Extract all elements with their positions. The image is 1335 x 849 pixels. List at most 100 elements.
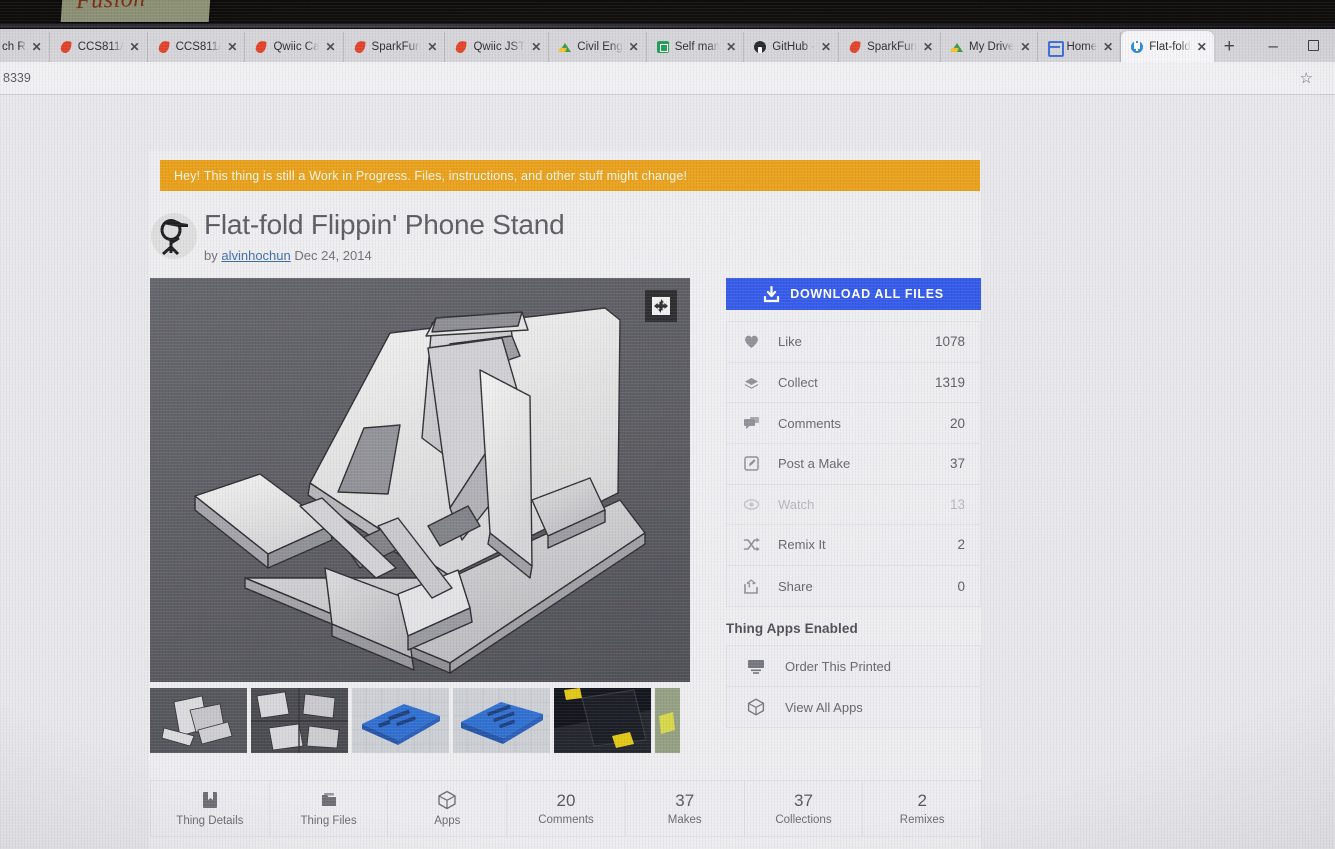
tab-close-icon[interactable]: ✕ (629, 41, 639, 53)
tab-label: Thing Files (300, 814, 357, 827)
folder-icon (319, 791, 339, 810)
tab-close-icon[interactable]: ✕ (1103, 41, 1113, 53)
tab-remixes[interactable]: 2 Remixes (863, 781, 981, 836)
thing-header-text: Flat-fold Flippin' Phone Stand by alvinh… (204, 209, 565, 263)
app-label: View All Apps (785, 699, 863, 715)
expand-fullscreen-button[interactable] (645, 290, 677, 323)
stat-row-share[interactable]: Share 0 (727, 566, 980, 607)
sparkfun-flame-icon (353, 40, 367, 54)
stat-value: 37 (949, 456, 965, 472)
maximize-button[interactable] (1308, 40, 1319, 51)
cube-icon (437, 790, 457, 810)
eye-icon (743, 496, 765, 513)
comment-icon (743, 415, 765, 432)
browser-tab-title: Qwiic Ca (273, 41, 320, 53)
thumbnail-item[interactable] (150, 688, 247, 754)
byline-prefix: by (204, 248, 218, 264)
thumb-partial-green-icon (655, 688, 680, 754)
bookmark-star-icon[interactable]: ☆ (1300, 69, 1313, 87)
browser-window: ch R ✕ CCS811/✕ CCS811/✕ Qwiic Ca ✕ SparkFun ✕ Q… (0, 29, 1335, 849)
stat-label: Like (778, 334, 802, 350)
tab-close-icon[interactable]: ✕ (1020, 41, 1030, 53)
stat-row-watch[interactable]: Watch 13 (727, 485, 980, 526)
tab-collections[interactable]: 37 Collections (745, 781, 864, 837)
minimize-button[interactable]: – (1269, 37, 1278, 54)
tab-close-icon[interactable]: ✕ (923, 41, 933, 53)
stat-row-post-a-make[interactable]: Post a Make 37 (727, 444, 980, 485)
browser-tab[interactable]: SparkFun ✕ (344, 32, 446, 62)
app-row-order-this-printed[interactable]: Order This Printed (727, 646, 980, 687)
printer-order-icon (747, 657, 769, 675)
stat-row-collect[interactable]: Collect 1319 (727, 363, 980, 404)
cad-render-phone-stand (150, 278, 690, 683)
sticky-note-text: Fusion (75, 0, 147, 15)
author-link[interactable]: alvinhochun (221, 248, 290, 263)
browser-tab[interactable]: My Drive ✕ (941, 32, 1039, 62)
browser-tab-title: Self man (674, 41, 721, 53)
page-right-gutter (981, 95, 1335, 849)
stat-row-like[interactable]: Like 1078 (727, 322, 980, 363)
tab-thing-files[interactable]: Thing Files (270, 781, 389, 837)
tab-close-icon[interactable]: ✕ (726, 41, 736, 53)
page-viewport: Hey! This thing is still a Work in Progr… (0, 95, 1335, 849)
tab-label: Makes (667, 813, 702, 826)
sparkfun-flame-icon (454, 40, 468, 54)
browser-tab[interactable]: Civil Eng ✕ (549, 32, 647, 62)
main-image-viewer[interactable] (150, 278, 690, 683)
tab-close-icon[interactable]: ✕ (821, 41, 831, 53)
browser-tab[interactable]: CCS811/ ✕ (50, 32, 148, 62)
download-all-files-button[interactable]: DOWNLOAD ALL FILES (726, 278, 981, 311)
browser-tab[interactable]: Self man ✕ (647, 32, 745, 62)
browser-tab[interactable]: Home ✕ (1038, 32, 1122, 62)
tab-close-icon[interactable]: ✕ (325, 41, 335, 53)
tab-close-icon[interactable]: ✕ (32, 41, 42, 53)
thumb-cad-render-2-icon (251, 688, 348, 754)
browser-tab[interactable]: CCS811/ ✕ (148, 32, 246, 62)
browser-tab[interactable]: Flat-fold ✕ (1121, 31, 1214, 62)
stick-figure-avatar-icon (160, 219, 188, 255)
thumbnail-item[interactable] (655, 688, 680, 754)
address-bar[interactable]: 8339 ☆ (0, 62, 1335, 95)
tab-close-icon[interactable]: ✕ (1197, 41, 1207, 53)
window-controls: – (1269, 37, 1335, 62)
avatar[interactable] (151, 213, 197, 259)
post-make-icon (743, 455, 765, 472)
browser-tab[interactable]: ch R ✕ (0, 32, 50, 62)
expand-arrows-icon (652, 297, 670, 316)
tab-close-icon[interactable]: ✕ (427, 41, 437, 53)
tab-makes[interactable]: 37 Makes (626, 781, 745, 837)
browser-tab[interactable]: Qwiic Ca ✕ (245, 32, 344, 62)
tab-label: Thing Details (176, 814, 244, 827)
byline: by alvinhochun Dec 24, 2014 (204, 248, 564, 263)
tab-close-icon[interactable]: ✕ (531, 41, 541, 53)
tab-comments[interactable]: 20 Comments (507, 781, 626, 837)
tab-apps[interactable]: Apps (388, 781, 508, 837)
browser-tab-title: Qwiic JST (473, 41, 526, 53)
share-icon (743, 578, 765, 595)
thumbnail-item[interactable] (453, 688, 550, 754)
tab-thing-details[interactable]: Thing Details (151, 781, 270, 837)
tab-label: Collections (775, 813, 832, 826)
stat-row-comments[interactable]: Comments 20 (727, 403, 980, 444)
stats-card: Like 1078 Collect 1319 Comments 20 Post a Make… (726, 321, 981, 608)
github-icon (753, 40, 767, 54)
tab-close-icon[interactable]: ✕ (227, 41, 237, 53)
thumb-blue-print-flat-2-icon (453, 688, 550, 754)
tab-close-icon[interactable]: ✕ (130, 41, 140, 53)
photograph-of-monitor: Fusion ch R ✕ CCS811/✕ CCS811/✕ Qwiic Ca ✕ Spa… (0, 0, 1335, 849)
stat-label: Comments (778, 415, 841, 431)
tab-count: 20 (556, 790, 576, 810)
heart-icon (743, 333, 765, 350)
thumbnail-item[interactable] (352, 688, 449, 754)
google-drive-icon (558, 40, 572, 54)
stat-row-remix-it[interactable]: Remix It 2 (727, 525, 980, 566)
browser-tab[interactable]: Qwiic JST ✕ (445, 32, 550, 62)
thumbnail-item[interactable] (554, 688, 651, 754)
thumbnail-item[interactable] (251, 688, 348, 754)
url-text[interactable]: 8339 (0, 71, 31, 85)
thing-apps-enabled-heading: Thing Apps Enabled (726, 621, 858, 637)
app-row-view-all-apps[interactable]: View All Apps (727, 687, 980, 728)
browser-tab[interactable]: SparkFun ✕ (839, 32, 941, 62)
new-tab-button[interactable]: + (1224, 37, 1235, 62)
browser-tab[interactable]: GitHub - ✕ (744, 32, 840, 62)
